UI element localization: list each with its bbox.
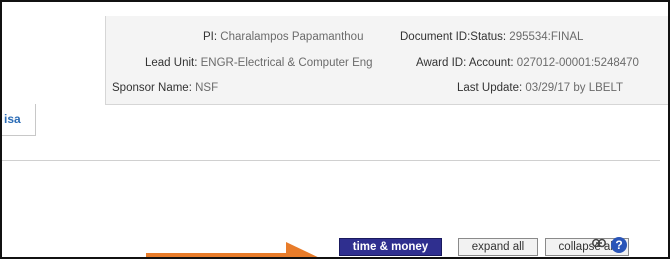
time-and-money-button[interactable]: time & money: [339, 238, 442, 256]
link-icon[interactable]: [592, 238, 606, 248]
document-status-label: Document ID:Status:: [400, 31, 510, 43]
document-status-field: Document ID:Status: 295534:FINAL: [400, 28, 583, 46]
tab-award-label: isa: [4, 112, 21, 126]
lead-unit-value: ENGR-Electrical & Computer Eng: [200, 57, 373, 69]
award-account-field: Award ID: Account: 027012-00001:5248470: [416, 54, 639, 72]
expand-all-button[interactable]: expand all: [458, 238, 538, 256]
arrow-shaft: [146, 253, 296, 257]
tab-award[interactable]: isa: [2, 104, 36, 136]
award-account-label: Award ID: Account:: [416, 57, 517, 69]
last-update-value: 03/29/17 by LBELT: [525, 82, 624, 94]
last-update-field: Last Update: 03/29/17 by LBELT: [457, 79, 623, 97]
pi-label: PI:: [203, 31, 221, 43]
award-header-panel: PI: Charalampos Papamanthou Document ID:…: [105, 16, 668, 105]
tab-divider: [2, 160, 660, 161]
lead-unit-field: Lead Unit: ENGR-Electrical & Computer En…: [145, 54, 373, 72]
sponsor-field: Sponsor Name: NSF: [112, 79, 218, 97]
help-icon[interactable]: ?: [611, 237, 627, 253]
award-page-frame: PI: Charalampos Papamanthou Document ID:…: [0, 0, 670, 259]
header-row-2: Lead Unit: ENGR-Electrical & Computer En…: [106, 54, 668, 72]
pi-field: PI: Charalampos Papamanthou: [203, 28, 363, 46]
document-status-value: 295534:FINAL: [509, 31, 584, 43]
award-account-value: 027012-00001:5248470: [516, 57, 639, 69]
pi-value: Charalampos Papamanthou: [220, 31, 364, 43]
last-update-label: Last Update:: [457, 82, 526, 94]
sponsor-label: Sponsor Name:: [112, 82, 196, 94]
arrow-head: [286, 242, 318, 257]
sponsor-value: NSF: [195, 82, 219, 94]
annotation-arrow: [146, 242, 318, 257]
header-row-3: Sponsor Name: NSF Last Update: 03/29/17 …: [106, 79, 668, 97]
header-row-1: PI: Charalampos Papamanthou Document ID:…: [106, 28, 668, 46]
lead-unit-label: Lead Unit:: [145, 57, 201, 69]
